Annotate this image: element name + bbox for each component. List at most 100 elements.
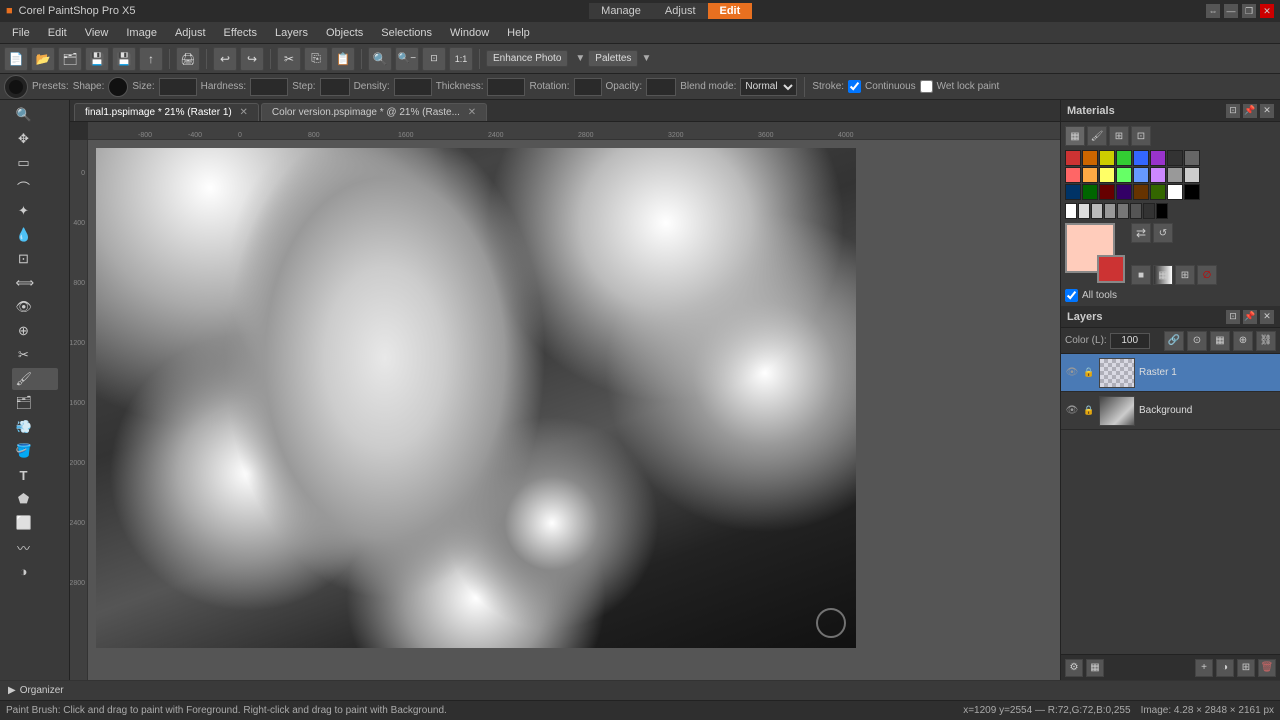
- brush-preview[interactable]: [4, 75, 28, 99]
- blend-mode-select[interactable]: Normal Multiply Screen Overlay: [740, 78, 797, 96]
- solid-color-btn[interactable]: ■: [1131, 265, 1151, 285]
- tab-manage[interactable]: Manage: [589, 3, 653, 19]
- mat-tab-1[interactable]: ▦: [1065, 126, 1085, 146]
- enhance-photo-btn[interactable]: Enhance Photo: [486, 50, 568, 67]
- doc-tab-1-close[interactable]: ✕: [240, 107, 248, 118]
- mat-tab-2[interactable]: 🖌: [1087, 126, 1107, 146]
- swatch-medgray[interactable]: [1167, 167, 1183, 183]
- swatch-b[interactable]: [1156, 203, 1168, 219]
- tool-red-eye[interactable]: 👁: [12, 296, 58, 318]
- tool-freehand[interactable]: ⌒: [12, 176, 58, 198]
- open-btn[interactable]: 📂: [31, 47, 55, 71]
- tool-paint-brush[interactable]: 🖌: [12, 368, 58, 390]
- layers-pin-btn[interactable]: 📌: [1243, 310, 1257, 324]
- tool-dodge-burn[interactable]: ◑: [12, 560, 58, 582]
- paste-btn[interactable]: 📋: [331, 47, 355, 71]
- gradient-btn[interactable]: ▦: [1153, 265, 1173, 285]
- size-input[interactable]: 63: [159, 78, 197, 96]
- doc-tab-2[interactable]: Color version.pspimage * @ 21% (Raste...…: [261, 103, 487, 121]
- swatch-g4[interactable]: [1117, 203, 1129, 219]
- organizer-tab[interactable]: ▶ Organizer: [0, 680, 1280, 700]
- layers-blend-footer-btn[interactable]: ▦: [1086, 659, 1104, 677]
- tool-airbrush[interactable]: 💨: [12, 416, 58, 438]
- zoom-out-btn[interactable]: 🔍−: [395, 47, 419, 71]
- swatch-yellow[interactable]: [1099, 150, 1115, 166]
- layer-mask-btn[interactable]: ◑: [1216, 659, 1234, 677]
- actual-size-btn[interactable]: 1:1: [449, 47, 473, 71]
- swatch-lightred[interactable]: [1065, 167, 1081, 183]
- redo-btn[interactable]: ↪: [240, 47, 264, 71]
- layer-group-btn[interactable]: ⊞: [1237, 659, 1255, 677]
- tool-crop[interactable]: ⊡: [12, 248, 58, 270]
- layer-opacity-input[interactable]: 100: [1110, 333, 1150, 349]
- cut-btn[interactable]: ✂: [277, 47, 301, 71]
- swatch-purple[interactable]: [1150, 150, 1166, 166]
- palettes-btn[interactable]: Palettes: [588, 50, 638, 67]
- layer-2-visibility[interactable]: 👁: [1065, 404, 1079, 418]
- copy-btn[interactable]: ⎘: [304, 47, 328, 71]
- pattern-btn[interactable]: ⊞: [1175, 265, 1195, 285]
- swatch-g6[interactable]: [1143, 203, 1155, 219]
- layer-highlight-btn[interactable]: ⊙: [1187, 331, 1207, 351]
- fit-btn[interactable]: ⊡: [422, 47, 446, 71]
- swatch-darkgray[interactable]: [1167, 150, 1183, 166]
- bg-color-swatch[interactable]: [1097, 255, 1125, 283]
- layers-settings-btn[interactable]: ⚙: [1065, 659, 1083, 677]
- materials-close-btn[interactable]: ✕: [1260, 104, 1274, 118]
- doc-tab-1[interactable]: final1.pspimage * 21% (Raster 1) ✕: [74, 103, 259, 121]
- browse-btn[interactable]: 🗂: [58, 47, 82, 71]
- minimize-btn[interactable]: —: [1224, 4, 1238, 18]
- swatch-lavender[interactable]: [1150, 167, 1166, 183]
- reset-colors-btn[interactable]: ↺: [1153, 223, 1173, 243]
- none-btn[interactable]: ∅: [1197, 265, 1217, 285]
- materials-restore-btn[interactable]: ⊡: [1226, 104, 1240, 118]
- tool-paint-bucket[interactable]: 🪣: [12, 440, 58, 462]
- tool-picture-tube[interactable]: 🗂: [12, 392, 58, 414]
- undo-btn[interactable]: ↩: [213, 47, 237, 71]
- thickness-input[interactable]: 100: [487, 78, 525, 96]
- tool-dropper[interactable]: 💧: [12, 224, 58, 246]
- tab-edit[interactable]: Edit: [708, 3, 753, 19]
- density-input[interactable]: 100: [394, 78, 432, 96]
- save-as-btn[interactable]: 💾: [112, 47, 136, 71]
- layer-1-visibility[interactable]: 👁: [1065, 366, 1079, 380]
- swatch-green[interactable]: [1116, 150, 1132, 166]
- shape-preview[interactable]: [108, 77, 128, 97]
- swatch-darkpurple[interactable]: [1116, 184, 1132, 200]
- share-btn[interactable]: ↑: [139, 47, 163, 71]
- tool-magic-wand[interactable]: ✦: [12, 200, 58, 222]
- swatch-gray[interactable]: [1184, 150, 1200, 166]
- tool-move[interactable]: ✥: [12, 128, 58, 150]
- menu-window[interactable]: Window: [442, 25, 497, 41]
- tool-select[interactable]: ▭: [12, 152, 58, 174]
- layer-link-btn[interactable]: 🔗: [1164, 331, 1184, 351]
- opacity-input[interactable]: 38: [646, 78, 676, 96]
- swatch-darkblue[interactable]: [1065, 184, 1081, 200]
- swatch-lightgreen[interactable]: [1116, 167, 1132, 183]
- rotation-input[interactable]: 0: [574, 78, 602, 96]
- title-extra-btn[interactable]: ⇔: [1206, 4, 1220, 18]
- tool-eraser[interactable]: ⬜: [12, 512, 58, 534]
- zoom-in-btn[interactable]: 🔍: [368, 47, 392, 71]
- mat-tab-4[interactable]: ⊡: [1131, 126, 1151, 146]
- tool-zoom[interactable]: 🔍: [12, 104, 58, 126]
- tool-clone[interactable]: ⊕: [12, 320, 58, 342]
- swatch-black[interactable]: [1184, 184, 1200, 200]
- swatch-red[interactable]: [1065, 150, 1081, 166]
- mat-tab-3[interactable]: ⊞: [1109, 126, 1129, 146]
- swatch-darkred[interactable]: [1099, 184, 1115, 200]
- materials-pin-btn[interactable]: 📌: [1243, 104, 1257, 118]
- menu-help[interactable]: Help: [499, 25, 538, 41]
- add-layer-btn[interactable]: +: [1195, 659, 1213, 677]
- layer-chain-btn[interactable]: ⛓: [1256, 331, 1276, 351]
- layers-close-btn[interactable]: ✕: [1260, 310, 1274, 324]
- hardness-input[interactable]: 80: [250, 78, 288, 96]
- swatch-olive[interactable]: [1150, 184, 1166, 200]
- menu-adjust[interactable]: Adjust: [167, 25, 214, 41]
- swatch-lightblue[interactable]: [1133, 167, 1149, 183]
- menu-selections[interactable]: Selections: [373, 25, 440, 41]
- swatch-g5[interactable]: [1130, 203, 1142, 219]
- layer-row-raster1[interactable]: 👁 🔒 Raster 1: [1061, 354, 1280, 392]
- tool-smudge[interactable]: 〰: [12, 536, 58, 558]
- save-btn[interactable]: 💾: [85, 47, 109, 71]
